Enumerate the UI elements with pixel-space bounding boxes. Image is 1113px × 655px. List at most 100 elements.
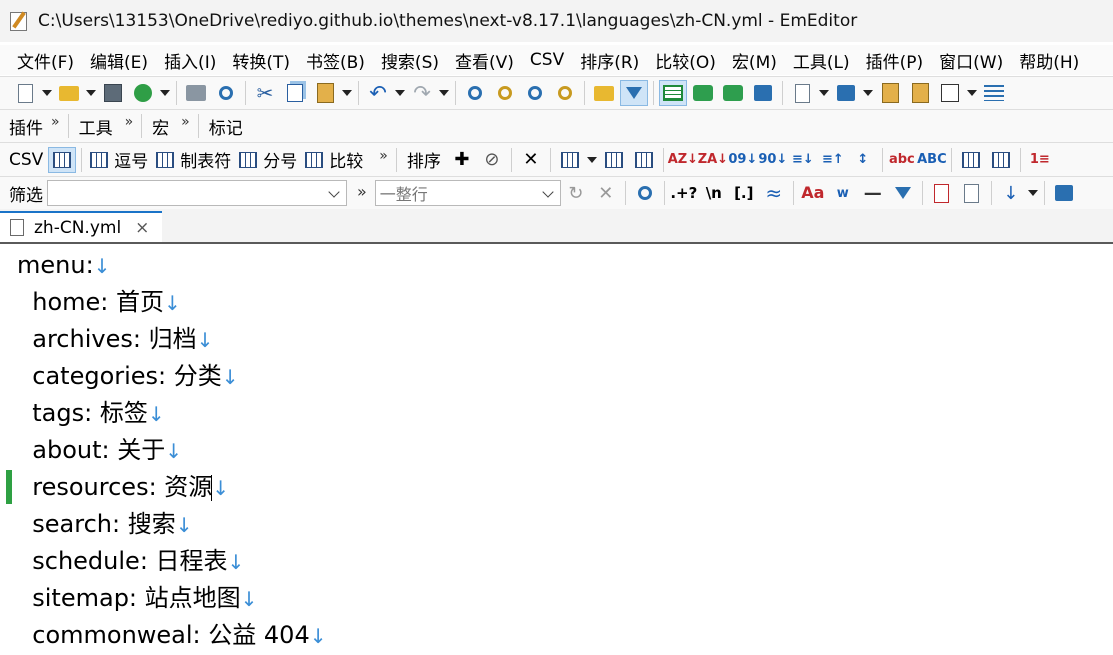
multi-cursor-button[interactable]	[689, 80, 717, 106]
split-view-button[interactable]	[957, 147, 985, 173]
csv-toolbar-label[interactable]: CSV	[0, 150, 47, 170]
fuzzy-match-button[interactable]: ≈	[760, 180, 788, 206]
encoding-button[interactable]	[832, 80, 860, 106]
print-button[interactable]	[182, 80, 210, 106]
menu-compare[interactable]: 比较(O)	[647, 48, 724, 73]
plugins-chevron-icon[interactable]: »	[49, 114, 64, 138]
menu-tools[interactable]: 工具(L)	[785, 48, 858, 73]
sort-length-desc-button[interactable]: ≡↑	[819, 147, 847, 173]
csv-chevron-icon[interactable]: »	[367, 148, 392, 172]
add-column-button[interactable]: ✚	[448, 147, 476, 173]
new-file-dropdown[interactable]	[40, 80, 54, 106]
reload-button[interactable]	[129, 80, 157, 106]
markers-toolbar-label[interactable]: 标记	[203, 114, 249, 139]
menu-macros[interactable]: 宏(M)	[724, 48, 785, 73]
properties-button[interactable]	[906, 80, 934, 106]
find-next-button[interactable]	[491, 80, 519, 106]
chevron-down-icon[interactable]	[328, 186, 340, 198]
menu-csv[interactable]: CSV	[522, 50, 572, 70]
escape-sequence-button[interactable]: \n	[700, 180, 728, 206]
match-brackets-button[interactable]: [.]	[730, 180, 758, 206]
document-tab[interactable]: zh-CN.yml ×	[0, 211, 162, 242]
replace-button[interactable]	[551, 80, 579, 106]
advanced-filter-button[interactable]	[631, 180, 659, 206]
checklist-dropdown[interactable]	[965, 80, 979, 106]
join-columns-button[interactable]	[630, 147, 658, 173]
macros-toolbar-label[interactable]: 宏	[146, 114, 175, 139]
menu-edit[interactable]: 编辑(E)	[82, 48, 156, 73]
close-tab-icon[interactable]: ×	[135, 218, 149, 238]
redo-dropdown[interactable]	[437, 80, 451, 106]
numbered-list-button[interactable]: 1≡	[1026, 147, 1054, 173]
editor-line[interactable]: search: 搜索↓	[0, 506, 1113, 543]
sort-90-button[interactable]: 90↓	[758, 147, 787, 173]
plugins-toolbar-label[interactable]: 插件	[0, 114, 49, 139]
clear-filter-funnel-button[interactable]	[889, 180, 917, 206]
editor-line[interactable]: menu:↓	[0, 247, 1113, 284]
word-wrap-button[interactable]	[719, 80, 747, 106]
menu-file[interactable]: 文件(F)	[0, 48, 82, 73]
reverse-sort-button[interactable]: ↕	[849, 147, 877, 173]
filter-mode-select[interactable]: 一整行	[374, 180, 561, 206]
find-button[interactable]	[461, 80, 489, 106]
clear-filter-button[interactable]: ✕	[592, 180, 620, 206]
next-match-button[interactable]: ↓	[997, 180, 1025, 206]
editor-line[interactable]: archives: 归档↓	[0, 321, 1113, 358]
customize-button[interactable]	[876, 80, 904, 106]
compare-mode-button[interactable]: 比较	[301, 147, 367, 172]
refresh-filter-button[interactable]: ↻	[562, 180, 590, 206]
undo-dropdown[interactable]	[393, 80, 407, 106]
tools-button[interactable]: ✕	[517, 147, 545, 173]
new-file-button[interactable]	[11, 80, 39, 106]
select-column-button[interactable]	[600, 147, 628, 173]
strikethrough-button[interactable]: abc	[888, 147, 916, 173]
comma-mode-button[interactable]: 逗号	[86, 147, 152, 172]
copy-button[interactable]	[281, 80, 309, 106]
sort-09-button[interactable]: 09↓	[728, 147, 757, 173]
checklist-button[interactable]	[936, 80, 964, 106]
editor-line[interactable]: sitemap: 站点地图↓	[0, 580, 1113, 617]
open-button[interactable]	[55, 80, 83, 106]
save-button[interactable]	[99, 80, 127, 106]
paste-button[interactable]	[311, 80, 339, 106]
menu-convert[interactable]: 转换(T)	[224, 48, 298, 73]
filter-bar-options-button[interactable]	[1050, 180, 1078, 206]
menu-view[interactable]: 查看(V)	[447, 48, 522, 73]
reload-dropdown[interactable]	[158, 80, 172, 106]
redo-button[interactable]: ↷	[408, 80, 436, 106]
encoding-dropdown[interactable]	[861, 80, 875, 106]
menu-sort[interactable]: 排序(R)	[572, 48, 647, 73]
semicolon-mode-button[interactable]: 分号	[235, 147, 301, 172]
undo-button[interactable]: ↶	[364, 80, 392, 106]
document-properties-dropdown[interactable]	[817, 80, 831, 106]
tools-toolbar-label[interactable]: 工具	[73, 114, 119, 139]
editor-line[interactable]: home: 首页↓	[0, 284, 1113, 321]
paste-dropdown[interactable]	[340, 80, 354, 106]
bookmark-matched-button[interactable]	[928, 180, 956, 206]
next-match-dropdown[interactable]	[1026, 180, 1040, 206]
menu-window[interactable]: 窗口(W)	[931, 48, 1011, 73]
whole-word-button[interactable]: w	[829, 180, 857, 206]
outline-button[interactable]	[980, 80, 1008, 106]
macros-chevron-icon[interactable]: »	[175, 114, 194, 138]
document-properties-button[interactable]	[788, 80, 816, 106]
find-previous-button[interactable]	[521, 80, 549, 106]
filter-toggle-button[interactable]	[620, 80, 648, 106]
filter-input[interactable]	[47, 180, 347, 206]
menu-bookmarks[interactable]: 书签(B)	[298, 48, 373, 73]
columns-dropdown[interactable]	[585, 147, 599, 173]
editor-line[interactable]: schedule: 日程表↓	[0, 543, 1113, 580]
editor-line[interactable]: tags: 标签↓	[0, 395, 1113, 432]
print-preview-button[interactable]	[212, 80, 240, 106]
text-editor[interactable]: menu:↓ home: 首页↓ archives: 归档↓ categorie…	[0, 244, 1113, 652]
find-in-files-button[interactable]	[590, 80, 618, 106]
editor-line-current[interactable]: resources: 资源↓	[0, 469, 1113, 506]
menu-help[interactable]: 帮助(H)	[1011, 48, 1087, 73]
filter-chevron-icon[interactable]: »	[347, 182, 375, 205]
sync-scroll-button[interactable]	[987, 147, 1015, 173]
open-dropdown[interactable]	[84, 80, 98, 106]
highlight-button[interactable]	[659, 80, 687, 106]
regex-button[interactable]: .+?	[670, 180, 698, 206]
no-entry-button[interactable]: ⊘	[478, 147, 506, 173]
sort-za-button[interactable]: ZA↓	[698, 147, 728, 173]
